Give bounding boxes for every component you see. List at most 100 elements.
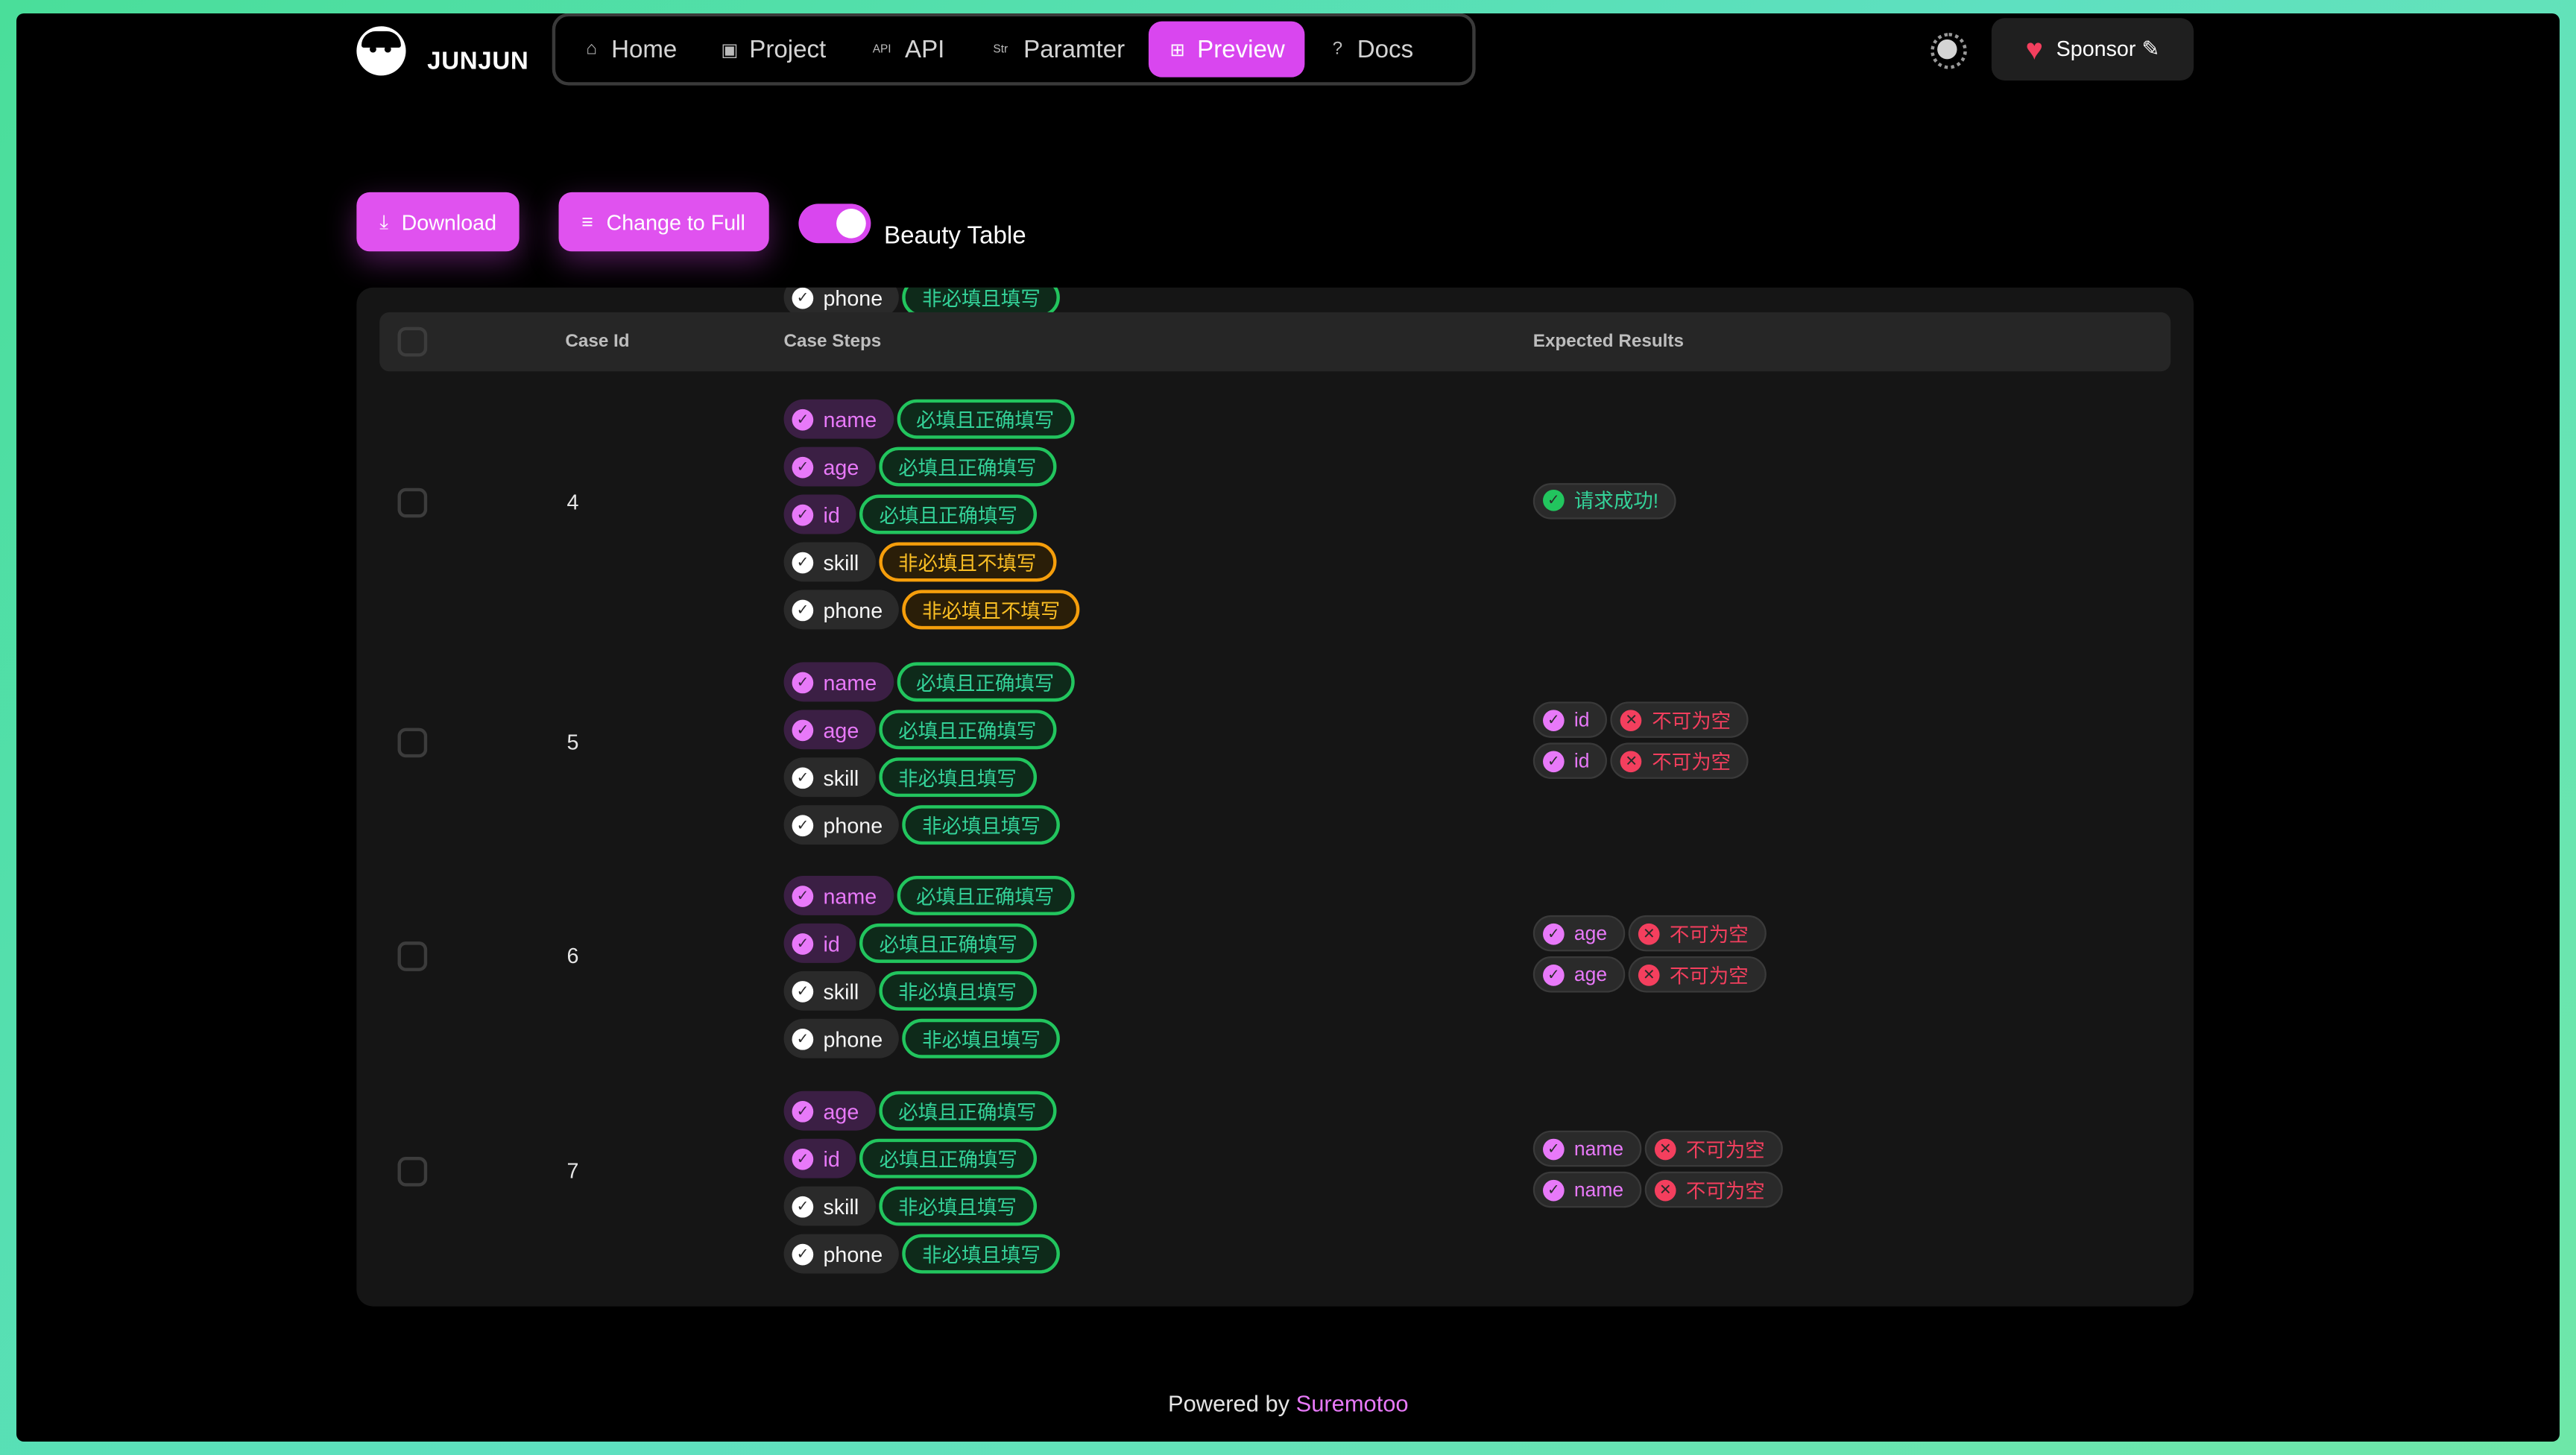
result-chip: ✓ name — [1532, 1171, 1642, 1208]
change-label: Change to Full — [606, 209, 745, 235]
result-chip: ✕ 不可为空 — [1644, 1130, 1783, 1167]
change-to-full-button[interactable]: ≡ Change to Full — [558, 192, 768, 252]
check-icon: ✓ — [792, 1195, 814, 1217]
beauty-table-toggle[interactable] — [798, 203, 871, 244]
result-chip: ✓ age — [1532, 915, 1626, 952]
step-tag: 必填且正确填写 — [859, 923, 1038, 963]
case-step: ✓ id 必填且正确填写 — [783, 494, 1038, 534]
result-text: 不可为空 — [1685, 1137, 1765, 1161]
check-icon: ✓ — [792, 551, 814, 573]
nav-api[interactable]: API API — [849, 22, 965, 78]
row-checkbox[interactable] — [397, 1156, 428, 1187]
case-step: ✓ name 必填且正确填写 — [783, 875, 1074, 915]
check-icon: ✓ — [792, 766, 814, 789]
field-chip: ✓ phone — [783, 590, 900, 630]
result-text: id — [1573, 708, 1590, 732]
nav-paramter-icon: Str — [993, 43, 1008, 55]
field-chip: ✓ id — [783, 1138, 856, 1178]
field-chip: ✓ phone — [783, 805, 900, 845]
nav-paramter[interactable]: Str Paramter — [967, 22, 1144, 78]
footer-text: Powered by — [1168, 1390, 1296, 1417]
result-chip: ✓ 请求成功! — [1532, 482, 1677, 519]
step-tag: 必填且正确填写 — [878, 710, 1056, 750]
step-tag: 非必填且不填写 — [878, 542, 1056, 582]
check-icon: ✓ — [1543, 709, 1565, 730]
field-chip: ✓ skill — [783, 1186, 876, 1226]
case-step: ✓ phone 非必填且填写 — [783, 1018, 1061, 1058]
field-name: skill — [823, 765, 859, 790]
result-chip: ✓ id — [1532, 742, 1608, 779]
brand-name: JUNJUN — [427, 47, 529, 76]
field-chip: ✓ phone — [783, 1018, 900, 1058]
select-all-checkbox[interactable] — [397, 326, 428, 357]
step-tag: 必填且正确填写 — [878, 1091, 1056, 1131]
field-name: age — [823, 1098, 859, 1123]
case-step: ✓ name 必填且正确填写 — [783, 399, 1074, 439]
case-id: 4 — [566, 489, 579, 515]
check-icon: ✓ — [792, 979, 814, 1002]
case-id: 5 — [566, 729, 579, 754]
nav-preview[interactable]: ⊞ Preview — [1148, 21, 1305, 78]
field-chip: ✓ age — [783, 446, 876, 487]
check-icon: ✓ — [1543, 1137, 1565, 1160]
field-chip: ✓ phone — [783, 1234, 900, 1274]
case-step: ✓ phone 非必填且不填写 — [783, 590, 1080, 630]
field-name: phone — [823, 812, 883, 838]
check-icon: ✓ — [792, 814, 814, 836]
case-step: ✓ age 必填且正确填写 — [783, 710, 1056, 750]
nav-project[interactable]: ▣ Project — [700, 22, 846, 78]
row-checkbox[interactable] — [397, 941, 428, 971]
field-name: id — [823, 1146, 840, 1171]
footer: Powered by Suremotoo — [16, 1390, 2560, 1416]
field-name: skill — [823, 1193, 859, 1219]
nav-preview-icon: ⊞ — [1169, 40, 1185, 60]
step-tag: 必填且正确填写 — [896, 399, 1074, 439]
check-icon: ✓ — [1543, 489, 1565, 511]
check-icon: ✓ — [792, 719, 814, 741]
heart-icon: ♥ — [2025, 31, 2044, 66]
check-icon: ✓ — [792, 1147, 814, 1170]
expected-result: ✓ id ✕ 不可为空 — [1532, 742, 1749, 779]
check-icon: ✓ — [792, 1027, 814, 1050]
check-icon: ✓ — [792, 932, 814, 954]
nav-docs[interactable]: ? Docs — [1308, 22, 1433, 78]
field-chip: ✓ name — [783, 875, 894, 915]
result-text: 不可为空 — [1652, 750, 1731, 774]
error-icon: ✕ — [1620, 709, 1643, 730]
field-name: name — [823, 406, 877, 432]
beauty-table-label: Beauty Table — [884, 221, 1026, 250]
field-name: phone — [823, 1241, 883, 1266]
result-text: 不可为空 — [1669, 963, 1749, 987]
sponsor-button[interactable]: ♥ Sponsor ✎ — [1991, 18, 2194, 81]
field-name: phone — [823, 597, 883, 622]
check-icon: ✓ — [792, 671, 814, 693]
field-chip: ✓ id — [783, 923, 856, 963]
error-icon: ✕ — [1655, 1178, 1676, 1201]
result-text: age — [1573, 921, 1608, 945]
row-checkbox[interactable] — [397, 487, 428, 518]
result-text: 不可为空 — [1652, 709, 1731, 733]
expected-result: ✓ id ✕ 不可为空 — [1532, 701, 1749, 738]
field-name: phone — [823, 1026, 883, 1051]
field-chip: ✓ id — [783, 494, 856, 534]
step-tag: 必填且正确填写 — [896, 875, 1074, 915]
field-chip: ✓ age — [783, 710, 876, 750]
check-icon: ✓ — [1543, 750, 1565, 772]
field-name: skill — [823, 978, 859, 1003]
result-text: name — [1573, 1178, 1624, 1202]
check-icon: ✓ — [792, 287, 814, 309]
nav-project-icon: ▣ — [721, 40, 739, 60]
download-button[interactable]: ⤓ Download — [356, 192, 520, 252]
footer-link[interactable]: Suremotoo — [1296, 1390, 1409, 1416]
case-table: ✓ phone 非必填且填写 Case Id Case Steps Expected… — [356, 287, 2194, 1307]
row-checkbox[interactable] — [397, 728, 428, 758]
case-id: 6 — [566, 943, 579, 968]
expected-result: ✓ 请求成功! — [1532, 482, 1677, 519]
case-step: ✓ skill 非必填且填写 — [783, 1186, 1037, 1226]
theme-toggle-icon[interactable] — [1931, 33, 1967, 69]
field-chip: ✓ skill — [783, 970, 876, 1011]
case-step: ✓ id 必填且正确填写 — [783, 923, 1038, 963]
logo-icon[interactable] — [356, 26, 406, 76]
case-step: ✓ skill 非必填且不填写 — [783, 542, 1056, 582]
nav-home[interactable]: ⌂ Home — [562, 22, 697, 78]
